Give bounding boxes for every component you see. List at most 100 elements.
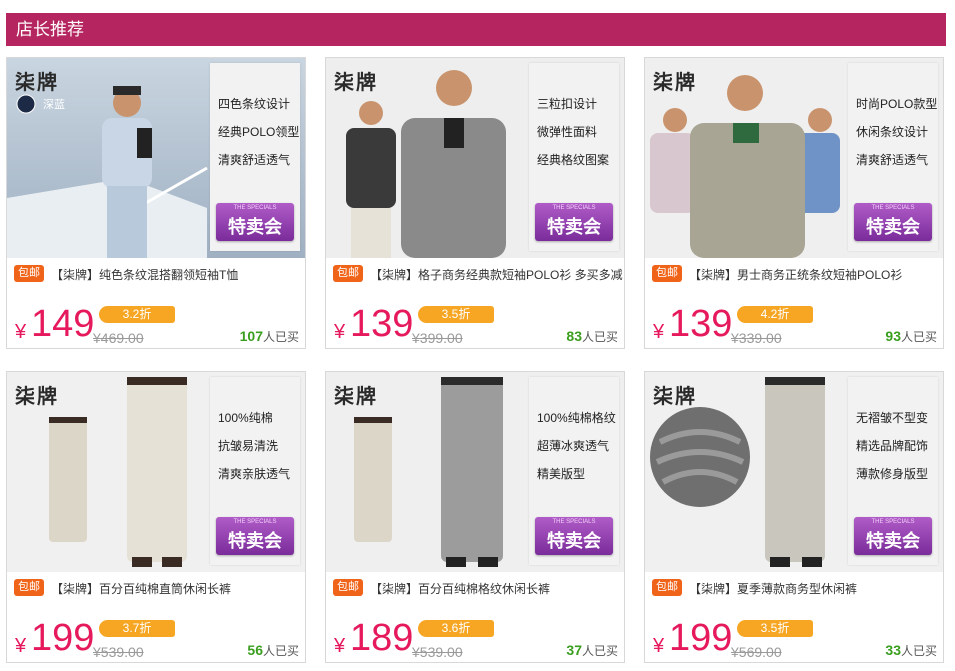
feature-text: 四色条纹设计 [218, 97, 291, 111]
feature-text: 100%纯棉格纹 [537, 411, 616, 425]
section-header: 店长推荐 [6, 13, 946, 46]
sold-count: 33人已买 [885, 642, 937, 659]
product-card[interactable]: 柒牌 100%纯棉格纹 超薄冰爽透气 精美版型 THE SPECIALS 特卖会… [325, 371, 625, 663]
sold-suffix: 人已买 [900, 644, 937, 658]
original-price: ¥469.00 [93, 330, 144, 346]
product-title-link[interactable]: 【柒牌】百分百纯棉直筒休闲长裤 [51, 580, 231, 597]
product-title-link[interactable]: 【柒牌】纯色条纹混搭翻领短袖T恤 [51, 266, 238, 283]
product-image[interactable]: 柒牌 100%纯棉格纹 超薄冰爽透气 精美版型 THE SPECIALS 特卖会 [326, 372, 624, 572]
product-price: 199 [669, 617, 733, 659]
product-price: 199 [31, 617, 95, 659]
sold-number: 107 [239, 328, 263, 344]
product-card[interactable]: 柒牌 三粒扣设计 微弹性面料 经典格纹图案 THE SPECIALS 特卖会 包… [325, 57, 625, 349]
product-price: 139 [350, 303, 414, 345]
sale-badge: THE SPECIALS 特卖会 [216, 517, 294, 555]
brand-logo: 柒牌 [653, 72, 697, 94]
sold-number: 56 [247, 642, 263, 658]
feature-text: 超薄冰爽透气 [537, 439, 610, 453]
sale-badge: THE SPECIALS 特卖会 [535, 203, 613, 241]
sold-count: 37人已买 [566, 642, 618, 659]
sale-badge: THE SPECIALS 特卖会 [854, 203, 932, 241]
discount-tag: 3.5折 [737, 620, 813, 637]
sold-number: 37 [566, 642, 582, 658]
sale-badge-subtitle: THE SPECIALS [552, 205, 596, 211]
product-image[interactable]: 柒牌 时尚POLO款型 休闲条纹设计 清爽舒适透气 THE SPECIALS 特… [645, 58, 943, 258]
sold-number: 83 [566, 328, 582, 344]
sale-badge: THE SPECIALS 特卖会 [216, 203, 294, 241]
feature-text: 微弹性面料 [537, 125, 598, 139]
brand-logo: 柒牌 [15, 72, 59, 94]
product-title-link[interactable]: 【柒牌】百分百纯棉格纹休闲长裤 [370, 580, 550, 597]
product-card[interactable]: 柒牌 100%纯棉 抗皱易清洗 清爽亲肤透气 THE SPECIALS 特卖会 … [6, 371, 306, 663]
brand-logo: 柒牌 [15, 386, 59, 408]
sold-suffix: 人已买 [581, 330, 618, 344]
product-title-link[interactable]: 【柒牌】男士商务正统条纹短袖POLO衫 [689, 266, 902, 283]
sale-badge-text: 特卖会 [866, 217, 920, 237]
feature-text: 清爽舒适透气 [856, 153, 929, 167]
sold-count: 93人已买 [885, 328, 937, 345]
product-image[interactable]: 柒牌 100%纯棉 抗皱易清洗 清爽亲肤透气 THE SPECIALS 特卖会 [7, 372, 305, 572]
sale-badge-text: 特卖会 [866, 531, 920, 551]
feature-panel: 100%纯棉 抗皱易清洗 清爽亲肤透气 THE SPECIALS 特卖会 [210, 377, 300, 565]
brand-logo: 柒牌 [334, 386, 378, 408]
product-price: 189 [350, 617, 414, 659]
product-title-link[interactable]: 【柒牌】夏季薄款商务型休闲裤 [689, 580, 857, 597]
free-shipping-badge: 包邮 [652, 579, 682, 596]
feature-panel: 四色条纹设计 经典POLO领型 清爽舒适透气 THE SPECIALS 特卖会 [210, 63, 300, 251]
feature-panel: 时尚POLO款型 休闲条纹设计 清爽舒适透气 THE SPECIALS 特卖会 [848, 63, 938, 251]
discount-tag: 3.5折 [418, 306, 494, 323]
sale-badge-subtitle: THE SPECIALS [552, 519, 596, 525]
free-shipping-badge: 包邮 [333, 579, 363, 596]
feature-text: 三粒扣设计 [537, 97, 598, 111]
sale-badge-text: 特卖会 [547, 217, 601, 237]
brand-logo: 柒牌 [334, 72, 378, 94]
feature-panel: 100%纯棉格纹 超薄冰爽透气 精美版型 THE SPECIALS 特卖会 [529, 377, 619, 565]
free-shipping-badge: 包邮 [14, 579, 44, 596]
original-price: ¥539.00 [412, 644, 463, 660]
feature-text: 100%纯棉 [218, 411, 273, 425]
sale-badge-text: 特卖会 [547, 531, 601, 551]
product-card[interactable]: 柒牌 无褶皱不型变 精选品牌配饰 薄款修身版型 THE SPECIALS 特卖会… [644, 371, 944, 663]
discount-tag: 3.6折 [418, 620, 494, 637]
product-card[interactable]: 柒牌 深蓝 四色条纹设计 经典POLO领型 清爽舒适透气 THE SPECIAL… [6, 57, 306, 349]
free-shipping-badge: 包邮 [14, 265, 44, 282]
currency-symbol: ¥ [15, 635, 27, 657]
sold-suffix: 人已买 [900, 330, 937, 344]
product-image[interactable]: 柒牌 深蓝 四色条纹设计 经典POLO领型 清爽舒适透气 THE SPECIAL… [7, 58, 305, 258]
product-card[interactable]: 柒牌 时尚POLO款型 休闲条纹设计 清爽舒适透气 THE SPECIALS 特… [644, 57, 944, 349]
sale-badge-subtitle: THE SPECIALS [233, 205, 277, 211]
currency-symbol: ¥ [653, 321, 665, 343]
currency-symbol: ¥ [334, 635, 346, 657]
currency-symbol: ¥ [334, 321, 346, 343]
product-price: 139 [669, 303, 733, 345]
feature-text: 时尚POLO款型 [856, 97, 938, 111]
feature-text: 清爽舒适透气 [218, 153, 291, 167]
currency-symbol: ¥ [15, 321, 27, 343]
sale-badge-text: 特卖会 [228, 531, 282, 551]
feature-text: 清爽亲肤透气 [218, 467, 291, 481]
original-price: ¥539.00 [93, 644, 144, 660]
original-price: ¥569.00 [731, 644, 782, 660]
color-label: 深蓝 [43, 99, 65, 111]
product-image[interactable]: 柒牌 三粒扣设计 微弹性面料 经典格纹图案 THE SPECIALS 特卖会 [326, 58, 624, 258]
sold-count: 56人已买 [247, 642, 299, 659]
feature-text: 无褶皱不型变 [856, 411, 929, 425]
original-price: ¥399.00 [412, 330, 463, 346]
feature-panel: 无褶皱不型变 精选品牌配饰 薄款修身版型 THE SPECIALS 特卖会 [848, 377, 938, 565]
sold-number: 93 [885, 328, 901, 344]
sold-suffix: 人已买 [262, 330, 299, 344]
sold-count: 83人已买 [566, 328, 618, 345]
section-title: 店长推荐 [16, 20, 84, 39]
sale-badge: THE SPECIALS 特卖会 [535, 517, 613, 555]
sale-badge-subtitle: THE SPECIALS [871, 519, 915, 525]
product-image[interactable]: 柒牌 无褶皱不型变 精选品牌配饰 薄款修身版型 THE SPECIALS 特卖会 [645, 372, 943, 572]
product-title-link[interactable]: 【柒牌】格子商务经典款短袖POLO衫 多买多减 [370, 266, 623, 283]
feature-text: 休闲条纹设计 [856, 125, 929, 139]
feature-text: 薄款修身版型 [856, 467, 929, 481]
currency-symbol: ¥ [653, 635, 665, 657]
sale-badge-subtitle: THE SPECIALS [233, 519, 277, 525]
feature-panel: 三粒扣设计 微弹性面料 经典格纹图案 THE SPECIALS 特卖会 [529, 63, 619, 251]
feature-text: 经典POLO领型 [218, 125, 300, 139]
product-price: 149 [31, 303, 95, 345]
original-price: ¥339.00 [731, 330, 782, 346]
